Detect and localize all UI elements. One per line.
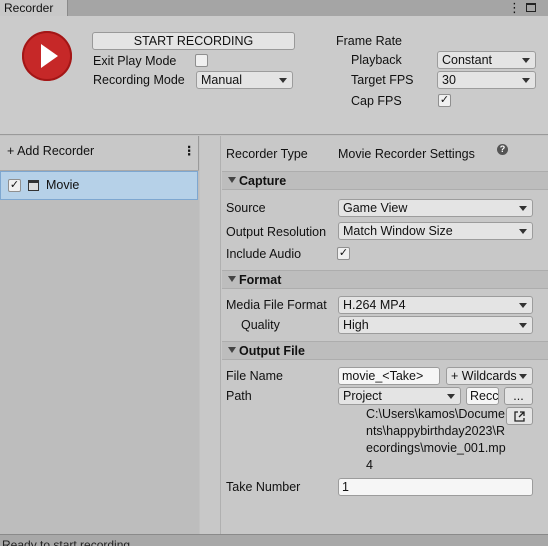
path-root-value: Project bbox=[343, 389, 382, 403]
wildcards-label: + Wildcards bbox=[451, 369, 517, 383]
foldout-arrow-icon bbox=[228, 347, 236, 353]
help-icon[interactable]: ? bbox=[497, 144, 508, 155]
chevron-down-icon bbox=[522, 78, 530, 83]
frame-rate-label: Frame Rate bbox=[336, 34, 402, 48]
file-name-label: File Name bbox=[226, 369, 283, 383]
output-resolution-label: Output Resolution bbox=[226, 225, 327, 239]
path-label: Path bbox=[226, 389, 252, 403]
chevron-down-icon bbox=[522, 58, 530, 63]
start-recording-button[interactable]: START RECORDING bbox=[92, 32, 295, 50]
browse-path-button[interactable]: ... bbox=[504, 387, 533, 405]
media-file-format-dropdown[interactable]: H.264 MP4 bbox=[338, 296, 533, 314]
output-file-section-title: Output File bbox=[239, 344, 305, 358]
recorder-type-value: Movie Recorder Settings bbox=[338, 147, 475, 161]
recording-mode-label: Recording Mode bbox=[93, 73, 185, 87]
recorder-enabled-checkbox[interactable]: ✓ bbox=[8, 179, 21, 192]
recorder-item-label: Movie bbox=[46, 178, 80, 192]
recorder-list-panel: + Add Recorder ⋮ ✓ Movie bbox=[0, 136, 199, 534]
chevron-down-icon bbox=[519, 229, 527, 234]
window-menu-icon[interactable]: ⋮ bbox=[508, 1, 521, 14]
recorder-list-menu-icon[interactable]: ⋮ bbox=[183, 143, 196, 159]
path-input[interactable]: Recc bbox=[466, 387, 499, 405]
wildcards-dropdown[interactable]: + Wildcards bbox=[446, 367, 533, 385]
movie-clapper-icon bbox=[28, 180, 39, 191]
source-label: Source bbox=[226, 201, 266, 215]
output-resolution-value: Match Window Size bbox=[343, 224, 453, 238]
exit-play-mode-checkbox[interactable] bbox=[195, 54, 208, 67]
capture-section-header[interactable]: Capture bbox=[222, 171, 548, 190]
take-number-label: Take Number bbox=[226, 480, 301, 494]
playback-label: Playback bbox=[351, 53, 402, 67]
cap-fps-checkbox[interactable]: ✓ bbox=[438, 94, 451, 107]
file-name-input[interactable]: movie_<Take> bbox=[338, 367, 440, 385]
source-dropdown[interactable]: Game View bbox=[338, 199, 533, 217]
playback-dropdown[interactable]: Constant bbox=[437, 51, 536, 69]
add-recorder-button[interactable]: + Add Recorder bbox=[7, 143, 94, 159]
cap-fps-label: Cap FPS bbox=[351, 94, 402, 108]
recorder-list-toolbar: + Add Recorder ⋮ bbox=[0, 140, 199, 162]
maximize-icon[interactable] bbox=[526, 3, 536, 12]
recorder-settings-panel: Recorder Type Movie Recorder Settings ? … bbox=[200, 136, 548, 534]
recorder-tab-label: Recorder bbox=[4, 1, 54, 15]
exit-play-mode-label: Exit Play Mode bbox=[93, 54, 177, 68]
recording-mode-value: Manual bbox=[201, 73, 242, 87]
chevron-down-icon bbox=[519, 303, 527, 308]
play-icon bbox=[41, 44, 58, 68]
record-play-button[interactable] bbox=[22, 31, 72, 81]
quality-dropdown[interactable]: High bbox=[338, 316, 533, 334]
quality-label: Quality bbox=[241, 318, 280, 332]
format-section-header[interactable]: Format bbox=[222, 270, 548, 289]
resolved-output-path: C:\Users\kamos\Documents\happybirthday20… bbox=[366, 407, 506, 472]
take-number-input[interactable]: 1 bbox=[338, 478, 533, 496]
chevron-down-icon bbox=[519, 206, 527, 211]
source-value: Game View bbox=[343, 201, 408, 215]
capture-section-title: Capture bbox=[239, 174, 287, 188]
external-link-icon bbox=[514, 411, 525, 422]
recorder-type-label: Recorder Type bbox=[226, 147, 308, 161]
window-tab-bar: Recorder ⋮ bbox=[0, 0, 548, 16]
playback-value: Constant bbox=[442, 53, 493, 67]
output-resolution-dropdown[interactable]: Match Window Size bbox=[338, 222, 533, 240]
recorder-item-movie[interactable]: ✓ Movie bbox=[0, 171, 198, 200]
settings-divider bbox=[220, 136, 221, 534]
recorder-tab[interactable]: Recorder bbox=[0, 0, 68, 16]
status-bar: Ready to start recording bbox=[0, 534, 548, 546]
target-fps-label: Target FPS bbox=[351, 73, 414, 87]
chevron-down-icon bbox=[447, 394, 455, 399]
foldout-arrow-icon bbox=[228, 177, 236, 183]
chevron-down-icon bbox=[519, 374, 527, 379]
chevron-down-icon bbox=[279, 78, 287, 83]
media-file-format-value: H.264 MP4 bbox=[343, 298, 406, 312]
open-folder-button[interactable] bbox=[506, 407, 533, 425]
output-file-section-header[interactable]: Output File bbox=[222, 341, 548, 360]
target-fps-dropdown[interactable]: 30 bbox=[437, 71, 536, 89]
include-audio-label: Include Audio bbox=[226, 247, 302, 261]
foldout-arrow-icon bbox=[228, 276, 236, 282]
format-section-title: Format bbox=[239, 273, 282, 287]
media-file-format-label: Media File Format bbox=[226, 298, 327, 312]
target-fps-value: 30 bbox=[442, 73, 456, 87]
recorder-list: ✓ Movie bbox=[0, 170, 199, 534]
chevron-down-icon bbox=[519, 323, 527, 328]
recorder-header: START RECORDING Exit Play Mode Recording… bbox=[0, 16, 548, 135]
path-root-dropdown[interactable]: Project bbox=[338, 387, 461, 405]
quality-value: High bbox=[343, 318, 369, 332]
include-audio-checkbox[interactable]: ✓ bbox=[337, 247, 350, 260]
recording-mode-dropdown[interactable]: Manual bbox=[196, 71, 293, 89]
status-text: Ready to start recording bbox=[2, 538, 131, 546]
